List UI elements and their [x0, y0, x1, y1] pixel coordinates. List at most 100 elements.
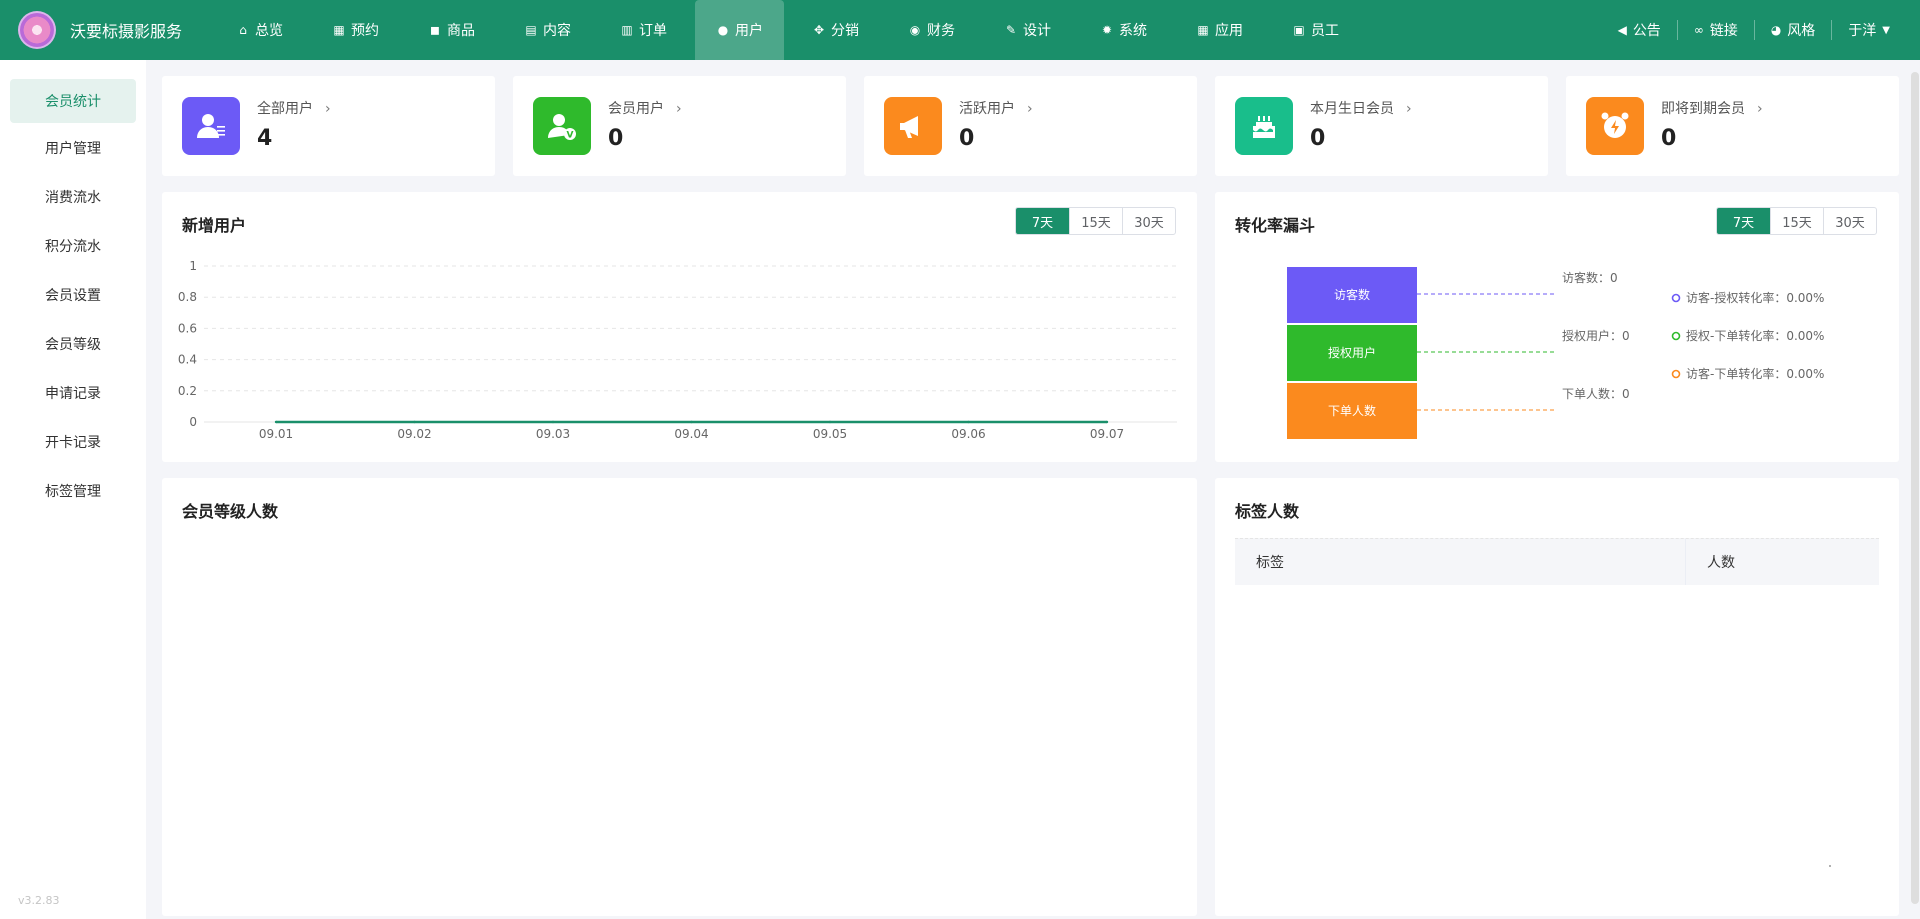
sidebar-menu: 会员统计 用户管理 消费流水 积分流水 会员设置 会员等级 申请记录 开卡记录 标签管理	[0, 79, 146, 515]
data-point[interactable]	[551, 420, 555, 424]
link-button[interactable]: ∞ 链接	[1676, 20, 1754, 40]
sidebar-item[interactable]: 申请记录	[0, 368, 146, 417]
stat-card[interactable]: 即将到期会员 › 0	[1566, 76, 1899, 176]
range-button-2[interactable]: 30天	[1122, 208, 1175, 234]
user-icon: ●	[717, 23, 729, 37]
nav-item-label: 员工	[1311, 23, 1339, 39]
stat-title: 活跃用户 ›	[959, 98, 1033, 118]
nav-item-label: 用户	[735, 23, 763, 39]
data-point[interactable]	[1105, 420, 1109, 424]
sidebar-item[interactable]: 开卡记录	[0, 417, 146, 466]
nav-item-10[interactable]: ▦ 应用	[1175, 0, 1264, 60]
birthday-cake-icon	[1235, 97, 1293, 155]
style-label: 风格	[1787, 23, 1816, 39]
nav-item-9[interactable]: ✹ 系统	[1079, 0, 1168, 60]
sidebar-item[interactable]: 会员等级	[0, 319, 146, 368]
y-tick-label: 0.4	[178, 353, 197, 367]
brand[interactable]: 沃要标摄影服务	[0, 11, 215, 49]
page-scrollbar[interactable]	[1910, 60, 1920, 919]
chevron-right-icon: ›	[1027, 101, 1033, 117]
sidebar-item[interactable]: 消费流水	[0, 172, 146, 221]
palette-icon: ◕	[1770, 23, 1782, 37]
stat-title: 全部用户 ›	[257, 98, 331, 118]
stat-card[interactable]: 全部用户 › 4	[162, 76, 495, 176]
stat-title-text: 即将到期会员	[1661, 101, 1745, 117]
style-button[interactable]: ◕ 风格	[1753, 20, 1831, 40]
user-menu[interactable]: 于洋 ▼	[1831, 20, 1920, 40]
link-label: 链接	[1709, 23, 1738, 39]
share-icon: ✥	[813, 23, 825, 37]
new-users-range-selector: 7天 15天 30天	[1015, 207, 1176, 235]
y-tick-label: 0.6	[178, 321, 197, 335]
legend-text: 访客-授权转化率：0.00%	[1686, 290, 1824, 305]
stat-value: 0	[1661, 126, 1677, 151]
stat-title-text: 本月生日会员	[1310, 101, 1394, 117]
legend-marker	[1671, 369, 1681, 379]
announcement-button[interactable]: ◀ 公告	[1602, 20, 1677, 40]
chevron-right-icon: ›	[325, 101, 331, 117]
nav-item-5[interactable]: ● 用户	[695, 0, 784, 60]
funnel-stage-caption: 授权用户：0	[1562, 328, 1630, 343]
stat-title: 即将到期会员 ›	[1661, 98, 1763, 118]
data-point[interactable]	[413, 420, 416, 424]
stat-title: 会员用户 ›	[608, 98, 682, 118]
stat-value: 0	[608, 126, 624, 151]
caret-down-icon: ▼	[1882, 24, 1890, 36]
sidebar-item[interactable]: 积分流水	[0, 221, 146, 270]
data-point[interactable]	[828, 420, 832, 424]
nav-item-3[interactable]: ▤ 内容	[503, 0, 592, 60]
nav-item-2[interactable]: ◼ 商品	[407, 0, 496, 60]
stat-card[interactable]: 本月生日会员 › 0	[1215, 76, 1548, 176]
money-bag-icon: ◉	[909, 23, 921, 37]
legend-marker	[1671, 331, 1681, 341]
nav-item-11[interactable]: ▣ 员工	[1271, 0, 1360, 60]
stat-title-text: 全部用户	[257, 101, 313, 117]
funnel-stage-label: 访客数	[1334, 287, 1370, 302]
scrollbar-thumb[interactable]	[1911, 72, 1919, 904]
nav-item-8[interactable]: ✎ 设计	[983, 0, 1072, 60]
sidebar-item[interactable]: 会员统计	[10, 79, 136, 123]
svg-text:V: V	[567, 131, 574, 141]
speaker-icon: ◀	[1617, 23, 1627, 37]
sidebar-item[interactable]: 会员设置	[0, 270, 146, 319]
nav-item-label: 总览	[255, 23, 283, 39]
data-point[interactable]	[274, 420, 278, 424]
nav-item-1[interactable]: ▦ 预约	[311, 0, 400, 60]
nav-item-0[interactable]: ⌂ 总览	[215, 0, 304, 60]
top-navigation-bar: 沃要标摄影服务 ⌂ 总览 ▦ 预约 ◼ 商品 ▤ 内容 ▥ 订单 ● 用户 ✥ 分销 ◉ 财务 ✎ 设计 ✹ 系统 ▦ 应…	[0, 0, 1920, 60]
announcement-label: 公告	[1632, 23, 1661, 39]
data-point[interactable]	[967, 420, 970, 424]
brand-name: 沃要标摄影服务	[70, 22, 183, 41]
sidebar-item[interactable]: 标签管理	[0, 466, 146, 515]
stat-card[interactable]: V 会员用户 › 0	[513, 76, 846, 176]
column-header-count[interactable]: 人数	[1686, 539, 1879, 585]
link-icon: ∞	[1693, 23, 1704, 37]
y-tick-label: 1	[189, 259, 197, 273]
member-verified-icon: V	[533, 97, 591, 155]
funnel-stage-label: 下单人数	[1328, 403, 1376, 418]
range-button-0[interactable]: 7天	[1717, 208, 1770, 234]
nav-item-label: 分销	[831, 23, 859, 39]
nav-item-7[interactable]: ◉ 财务	[887, 0, 976, 60]
stat-card[interactable]: 活跃用户 › 0	[864, 76, 1197, 176]
nav-item-label: 订单	[639, 23, 667, 39]
y-tick-label: 0.8	[178, 290, 197, 304]
nav-item-6[interactable]: ✥ 分销	[791, 0, 880, 60]
bag-icon: ◼	[430, 23, 440, 37]
funnel-stage-caption: 访客数：0	[1562, 270, 1618, 285]
chevron-right-icon: ›	[1406, 101, 1412, 117]
stat-value: 0	[1310, 126, 1326, 151]
version-label: v3.2.83	[18, 894, 60, 907]
x-tick-label: 09.01	[259, 427, 293, 441]
range-button-2[interactable]: 30天	[1823, 208, 1876, 234]
column-header-tag[interactable]: 标签	[1235, 539, 1686, 585]
nav-item-label: 设计	[1023, 23, 1051, 39]
nav-item-4[interactable]: ▥ 订单	[599, 0, 688, 60]
sidebar-item[interactable]: 用户管理	[0, 123, 146, 172]
member-level-panel: 会员等级人数	[162, 478, 1197, 916]
tag-table-header: 标签 人数	[1235, 538, 1879, 585]
data-point[interactable]	[690, 420, 693, 424]
range-button-1[interactable]: 15天	[1770, 208, 1823, 234]
range-button-1[interactable]: 15天	[1069, 208, 1122, 234]
range-button-0[interactable]: 7天	[1016, 208, 1069, 234]
